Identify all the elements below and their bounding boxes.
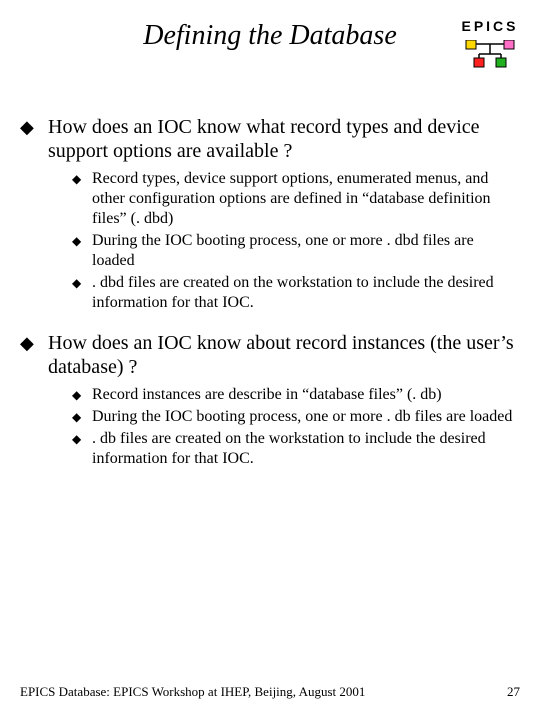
page-number: 27: [507, 684, 520, 700]
bullet-icon: ◆: [72, 169, 92, 189]
slide-title: Defining the Database: [60, 20, 480, 52]
section-heading: How does an IOC know about record instan…: [48, 331, 520, 379]
list-item: . dbd files are created on the workstati…: [92, 273, 520, 313]
list-item: . db files are created on the workstatio…: [92, 429, 520, 469]
section-heading: How does an IOC know what record types a…: [48, 115, 520, 163]
bullet-icon: ◆: [20, 331, 48, 355]
bullet-icon: ◆: [72, 385, 92, 405]
bullet-icon: ◆: [72, 407, 92, 427]
list-item: During the IOC booting process, one or m…: [92, 231, 520, 271]
bullet-icon: ◆: [72, 429, 92, 449]
slide-footer: EPICS Database: EPICS Workshop at IHEP, …: [20, 684, 520, 700]
bullet-icon: ◆: [72, 273, 92, 293]
list-item: Record types, device support options, en…: [92, 169, 520, 229]
list-item: Record instances are describe in “databa…: [92, 385, 520, 405]
epics-logo-text: EPICS: [460, 18, 520, 34]
slide-content: ◆ How does an IOC know what record types…: [0, 90, 540, 469]
bullet-icon: ◆: [72, 231, 92, 251]
bullet-icon: ◆: [20, 115, 48, 139]
list-item: During the IOC booting process, one or m…: [92, 407, 520, 427]
epics-logo-icon: [465, 40, 515, 68]
footer-text: EPICS Database: EPICS Workshop at IHEP, …: [20, 684, 365, 700]
epics-logo: EPICS: [460, 18, 520, 68]
